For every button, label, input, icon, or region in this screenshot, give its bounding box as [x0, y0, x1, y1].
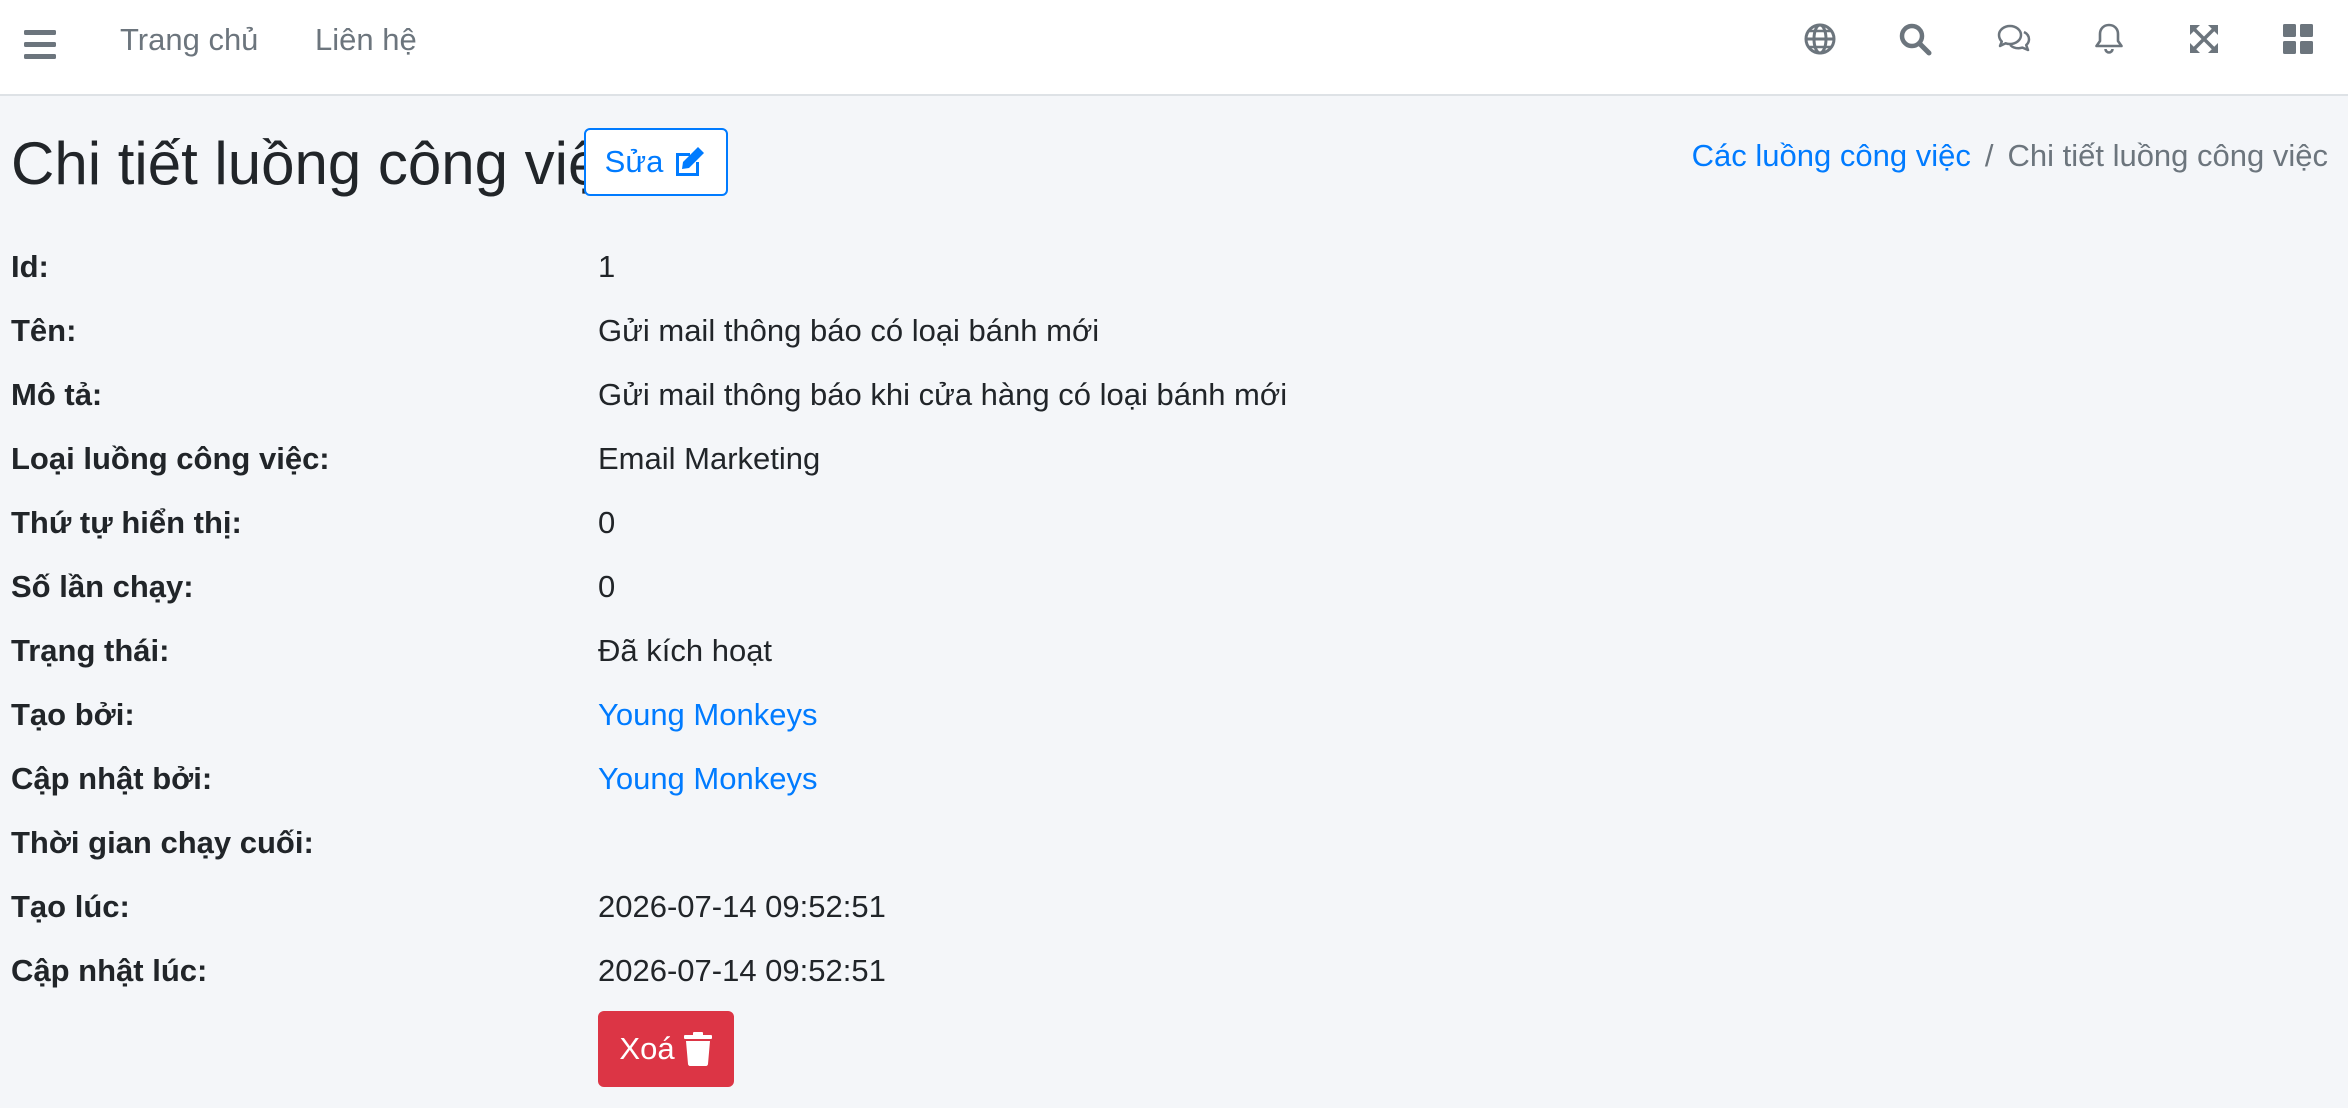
page-title: Chi tiết luồng công việc: [11, 130, 632, 197]
detail-row-workflow-type: Loại luồng công việc: Email Marketing: [11, 439, 1611, 479]
detail-row-updated-by: Cập nhật bởi: Young Monkeys: [11, 759, 1611, 799]
detail-row-created-at: Tạo lúc: 2026-07-14 09:52:51: [11, 887, 1611, 927]
updated-by-link[interactable]: Young Monkeys: [598, 759, 817, 799]
detail-row-status: Trạng thái: Đã kích hoạt: [11, 631, 1611, 671]
detail-value: 0: [598, 569, 616, 604]
detail-value: Email Marketing: [598, 441, 821, 476]
delete-button-label: Xoá: [619, 1031, 675, 1066]
created-by-link[interactable]: Young Monkeys: [598, 695, 817, 735]
detail-label: Trạng thái:: [11, 633, 170, 668]
detail-value: 2026-07-14 09:52:51: [598, 953, 886, 988]
detail-value: 0: [598, 505, 616, 540]
edit-button-label: Sửa: [604, 144, 664, 179]
edit-button[interactable]: Sửa: [584, 128, 728, 196]
breadcrumb-workflows-link[interactable]: Các luồng công việc: [1692, 138, 1971, 173]
detail-label: Tạo lúc:: [11, 889, 130, 924]
detail-label: Id:: [11, 249, 49, 284]
notifications-icon[interactable]: [2090, 20, 2128, 58]
top-navbar: Trang chủ Liên hệ: [0, 0, 2348, 96]
detail-label: Tên:: [11, 313, 77, 348]
breadcrumb-separator: /: [1984, 138, 1994, 173]
detail-value: 1: [598, 249, 616, 284]
breadcrumb: Các luồng công việc / Chi tiết luồng công …: [1692, 136, 2328, 176]
detail-value: 2026-07-14 09:52:51: [598, 889, 886, 924]
search-icon[interactable]: [1896, 20, 1934, 58]
detail-label: Thứ tự hiển thị:: [11, 505, 242, 540]
detail-row-display-order: Thứ tự hiển thị: 0: [11, 503, 1611, 543]
detail-label: Tạo bởi:: [11, 697, 135, 732]
detail-label: Số lần chạy:: [11, 569, 194, 604]
detail-row-id: Id: 1: [11, 247, 1611, 287]
messages-icon[interactable]: [1995, 20, 2033, 58]
detail-row-description: Mô tả: Gửi mail thông báo khi cửa hàng c…: [11, 375, 1611, 415]
delete-button[interactable]: Xoá: [598, 1011, 734, 1087]
detail-label: Cập nhật bởi:: [11, 761, 213, 796]
detail-row-last-run-time: Thời gian chạy cuối:: [11, 823, 1611, 863]
detail-row-created-by: Tạo bởi: Young Monkeys: [11, 695, 1611, 735]
detail-label: Loại luồng công việc:: [11, 441, 330, 476]
detail-label: Cập nhật lúc:: [11, 953, 208, 988]
edit-icon: [676, 147, 705, 176]
nav-link-home[interactable]: Trang chủ: [120, 20, 258, 60]
detail-value: Gửi mail thông báo khi cửa hàng có loại …: [598, 377, 1288, 412]
detail-value: Đã kích hoạt: [598, 633, 773, 668]
detail-label: Thời gian chạy cuối:: [11, 825, 314, 860]
detail-row-updated-at: Cập nhật lúc: 2026-07-14 09:52:51: [11, 951, 1611, 991]
language-icon[interactable]: [1801, 20, 1839, 58]
nav-link-contact[interactable]: Liên hệ: [315, 20, 417, 60]
detail-row-run-count: Số lần chạy: 0: [11, 567, 1611, 607]
detail-value: Gửi mail thông báo có loại bánh mới: [598, 313, 1100, 348]
menu-toggle-icon[interactable]: [24, 26, 58, 70]
fullscreen-icon[interactable]: [2185, 20, 2223, 58]
detail-label: Mô tả:: [11, 377, 103, 412]
breadcrumb-current: Chi tiết luồng công việc: [2007, 138, 2328, 173]
trash-icon: [683, 1032, 712, 1066]
apps-grid-icon[interactable]: [2279, 20, 2317, 58]
detail-row-name: Tên: Gửi mail thông báo có loại bánh mới: [11, 311, 1611, 351]
